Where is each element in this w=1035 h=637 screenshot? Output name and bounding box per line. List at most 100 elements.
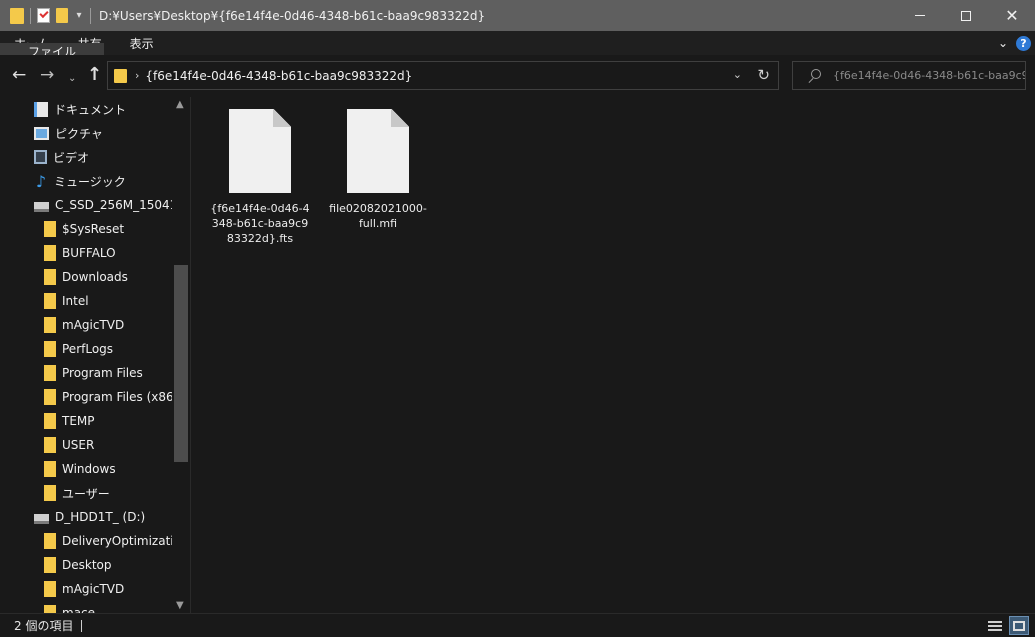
drive-icon bbox=[34, 513, 49, 524]
sidebar-item-label: Program Files bbox=[62, 366, 143, 380]
large-icons-view-icon bbox=[1013, 620, 1025, 631]
sidebar-item-label: BUFFALO bbox=[62, 246, 116, 260]
refresh-icon[interactable]: ↻ bbox=[757, 66, 770, 84]
sidebar-item-perflogs[interactable]: PerfLogs bbox=[0, 337, 172, 361]
sidebar-item-label: Downloads bbox=[62, 270, 128, 284]
sidebar-item-pictures[interactable]: ピクチャ bbox=[0, 121, 172, 145]
navigation-pane: ドキュメント ピクチャ ビデオ ♪ ミュージック C_SSD_256M_15041… bbox=[0, 97, 190, 613]
file-name: file02082021000-full.mfi bbox=[329, 202, 427, 230]
up-icon[interactable]: ↑ bbox=[87, 65, 102, 85]
window-title: D:¥Users¥Desktop¥{f6e14f4e-0d46-4348-b61… bbox=[99, 8, 486, 23]
address-bar[interactable]: › {f6e14f4e-0d46-4348-b61c-baa9c983322d}… bbox=[107, 61, 779, 90]
back-icon[interactable]: ← bbox=[12, 65, 26, 85]
sidebar-item-label: mAgicTVD bbox=[62, 318, 125, 332]
divider bbox=[90, 7, 91, 24]
sidebar-item-label: DeliveryOptimization bbox=[62, 534, 172, 548]
status-bar: 2 個の項目 bbox=[0, 613, 1035, 637]
sidebar-item-mace[interactable]: mace bbox=[0, 601, 172, 613]
folder-icon bbox=[44, 293, 56, 309]
folder-icon bbox=[44, 389, 56, 405]
sidebar-item-label: D_HDD1T_ (D:) bbox=[55, 510, 146, 524]
sidebar-item-magictvd-d[interactable]: mAgicTVD bbox=[0, 577, 172, 601]
window-controls: ✕ bbox=[897, 0, 1035, 31]
sidebar-item-label: ビデオ bbox=[53, 150, 90, 165]
recent-locations-icon[interactable]: ⌄ bbox=[68, 69, 76, 89]
sidebar-item-users-jp[interactable]: ユーザー bbox=[0, 481, 172, 505]
forward-icon[interactable]: → bbox=[40, 65, 54, 85]
close-button[interactable]: ✕ bbox=[989, 0, 1035, 31]
pictures-icon bbox=[34, 126, 49, 140]
close-icon: ✕ bbox=[1005, 5, 1019, 25]
sidebar-item-magictvd[interactable]: mAgicTVD bbox=[0, 313, 172, 337]
sidebar-item-buffalo[interactable]: BUFFALO bbox=[0, 241, 172, 265]
sidebar-item-user[interactable]: USER bbox=[0, 433, 172, 457]
details-view-button[interactable] bbox=[985, 616, 1005, 635]
sidebar-item-desktop[interactable]: Desktop bbox=[0, 553, 172, 577]
folder-icon bbox=[44, 437, 56, 453]
sidebar-item-music[interactable]: ♪ ミュージック bbox=[0, 169, 172, 193]
file-list[interactable]: {f6e14f4e-0d46-4348-b61c-baa9c983322d}.f… bbox=[190, 97, 1035, 613]
maximize-button[interactable] bbox=[943, 0, 989, 31]
folder-icon bbox=[44, 581, 56, 597]
file-icon bbox=[347, 109, 409, 193]
folder-icon bbox=[44, 533, 56, 549]
expand-ribbon-icon[interactable]: ⌄ bbox=[998, 36, 1008, 50]
divider bbox=[30, 7, 31, 24]
sidebar-item-windows[interactable]: Windows bbox=[0, 457, 172, 481]
ribbon: ファイル ホーム 共有 表示 ⌄ ? bbox=[0, 31, 1035, 60]
sidebar-item-label: mace bbox=[62, 606, 96, 613]
breadcrumb-current[interactable]: {f6e14f4e-0d46-4348-b61c-baa9c983322d} bbox=[145, 69, 412, 83]
sidebar-item-delivery-optimization[interactable]: DeliveryOptimization bbox=[0, 529, 172, 553]
breadcrumb-chevron-icon[interactable]: › bbox=[135, 69, 139, 82]
new-folder-icon[interactable] bbox=[56, 8, 68, 23]
sidebar-item-label: USER bbox=[62, 438, 95, 452]
video-icon bbox=[34, 150, 47, 164]
minimize-icon bbox=[915, 15, 925, 16]
sidebar-item-program-files-x86[interactable]: Program Files (x86) bbox=[0, 385, 172, 409]
ribbon-right-controls: ⌄ ? bbox=[998, 31, 1031, 55]
folder-icon[interactable] bbox=[10, 7, 24, 24]
tab-view[interactable]: 表示 bbox=[116, 31, 168, 55]
folder-icon bbox=[44, 221, 56, 237]
folder-icon bbox=[44, 461, 56, 477]
search-input[interactable] bbox=[833, 69, 1025, 82]
sidebar-scrollbar[interactable]: ▲ ▼ bbox=[172, 97, 190, 613]
customize-quick-access-icon[interactable]: ▾ bbox=[74, 10, 84, 21]
address-history-icon[interactable]: ⌄ bbox=[733, 68, 742, 81]
sidebar-item-temp[interactable]: TEMP bbox=[0, 409, 172, 433]
sidebar-item-sysreset[interactable]: $SysReset bbox=[0, 217, 172, 241]
sidebar-item-drive-c[interactable]: C_SSD_256M_150419 (C bbox=[0, 193, 172, 217]
drive-icon bbox=[34, 201, 49, 212]
folder-icon bbox=[44, 269, 56, 285]
help-icon[interactable]: ? bbox=[1016, 35, 1031, 51]
folder-icon bbox=[44, 485, 56, 501]
large-icons-view-button[interactable] bbox=[1009, 616, 1029, 635]
properties-icon[interactable] bbox=[37, 8, 50, 23]
minimize-button[interactable] bbox=[897, 0, 943, 31]
document-icon bbox=[34, 101, 48, 117]
sidebar-item-program-files[interactable]: Program Files bbox=[0, 361, 172, 385]
scroll-down-icon[interactable]: ▼ bbox=[176, 600, 184, 611]
sidebar-item-label: ミュージック bbox=[54, 174, 126, 189]
file-name: {f6e14f4e-0d46-4348-b61c-baa9c983322d}.f… bbox=[210, 202, 310, 245]
folder-icon bbox=[44, 605, 56, 613]
navigation-tree: ドキュメント ピクチャ ビデオ ♪ ミュージック C_SSD_256M_15041… bbox=[0, 97, 172, 613]
sidebar-item-label: ユーザー bbox=[62, 486, 110, 501]
scroll-up-icon[interactable]: ▲ bbox=[176, 99, 184, 110]
file-item[interactable]: {f6e14f4e-0d46-4348-b61c-baa9c983322d}.f… bbox=[208, 109, 312, 246]
sidebar-item-label: $SysReset bbox=[62, 222, 125, 236]
scrollbar-thumb[interactable] bbox=[174, 265, 188, 462]
search-box[interactable] bbox=[792, 61, 1026, 90]
sidebar-item-downloads[interactable]: Downloads bbox=[0, 265, 172, 289]
file-item[interactable]: file02082021000-full.mfi bbox=[326, 109, 430, 231]
sidebar-item-drive-d[interactable]: D_HDD1T_ (D:) bbox=[0, 505, 172, 529]
folder-icon bbox=[44, 413, 56, 429]
sidebar-item-videos[interactable]: ビデオ bbox=[0, 145, 172, 169]
sidebar-item-documents[interactable]: ドキュメント bbox=[0, 97, 172, 121]
sidebar-item-label: Desktop bbox=[62, 558, 112, 572]
sidebar-item-intel[interactable]: Intel bbox=[0, 289, 172, 313]
sidebar-item-label: TEMP bbox=[62, 414, 95, 428]
folder-icon bbox=[44, 341, 56, 357]
sidebar-item-label: Intel bbox=[62, 294, 89, 308]
sidebar-item-label: mAgicTVD bbox=[62, 582, 125, 596]
